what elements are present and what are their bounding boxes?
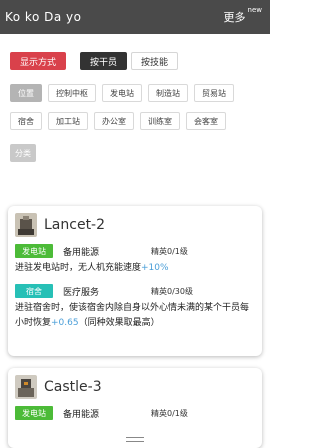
skill-row: 发电站 备用能源 精英0/1级 [15,406,255,420]
filter-factory[interactable]: 制造站 [148,84,188,102]
filter-dormitory[interactable]: 宿舍 [10,112,42,130]
filter-control-center[interactable]: 控制中枢 [48,84,96,102]
new-badge: new [247,6,262,14]
filter-workshop[interactable]: 加工站 [48,112,88,130]
operator-avatar [15,375,37,399]
app-header: Ko ko Da yo 更多 new [0,0,270,34]
by-skill-button[interactable]: 按技能 [131,52,179,70]
operator-card-lancet-2: Lancet-2 发电站 备用能源 精英0/1级 进驻发电站时，无人机充能速度+… [8,206,262,356]
skill-description: 进驻发电站时，无人机充能速度+10% [15,261,255,276]
card-header: Castle-3 [15,374,255,400]
facility-tag-dormitory: 宿舍 [15,284,53,298]
category-row: 分类 [0,130,270,162]
category-button[interactable]: 分类 [10,144,36,162]
skill-name: 医疗服务 [63,287,100,298]
skill-level: 精英0/30级 [151,286,193,296]
skill-row: 宿舍 医疗服务 精英0/30级 [15,284,255,298]
operator-card-castle-3: Castle-3 发电站 备用能源 精英0/1级 [8,368,262,448]
filter-position[interactable]: 位置 [10,84,42,102]
display-mode-button[interactable]: 显示方式 [10,52,67,70]
filter-power-plant[interactable]: 发电站 [102,84,142,102]
facility-tag-power-plant: 发电站 [15,244,53,258]
operator-avatar [15,213,37,237]
app-title: Ko ko Da yo [5,10,82,24]
skill-desc-suffix: （同种效果取最高） [78,318,160,328]
skill-row: 发电站 备用能源 精英0/1级 [15,244,255,258]
filter-office[interactable]: 办公室 [94,112,134,130]
display-mode-row: 显示方式 按干员 按技能 [0,34,270,70]
filter-training-room[interactable]: 训练室 [140,112,180,130]
filter-reception-room[interactable]: 会客室 [186,112,226,130]
operator-name: Castle-3 [44,379,102,395]
facility-tag-power-plant: 发电站 [15,406,53,420]
facility-filter-grid: 位置 控制中枢 发电站 制造站 贸易站 宿舍 加工站 办公室 训练室 会客室 [0,70,262,130]
skill-description: 进驻宿舍时，使该宿舍内除自身以外心情未满的某个干员每小时恢复+0.65（同种效果… [15,301,255,331]
menu-handle-icon[interactable] [126,437,144,442]
skill-level: 精英0/1级 [151,408,188,418]
card-header: Lancet-2 [15,212,255,238]
by-operator-button[interactable]: 按干员 [80,52,128,70]
operator-name: Lancet-2 [44,217,106,233]
skill-level: 精英0/1级 [151,246,188,256]
more-label: 更多 [223,11,246,24]
filter-trading-post[interactable]: 贸易站 [194,84,234,102]
more-menu-button[interactable]: 更多 new [223,6,262,25]
skill-desc-value: +0.65 [51,318,79,328]
skill-desc-value: +10% [141,263,169,273]
skill-desc-text: 进驻发电站时，无人机充能速度 [15,263,142,273]
skill-name: 备用能源 [63,409,100,420]
skill-name: 备用能源 [63,247,100,258]
